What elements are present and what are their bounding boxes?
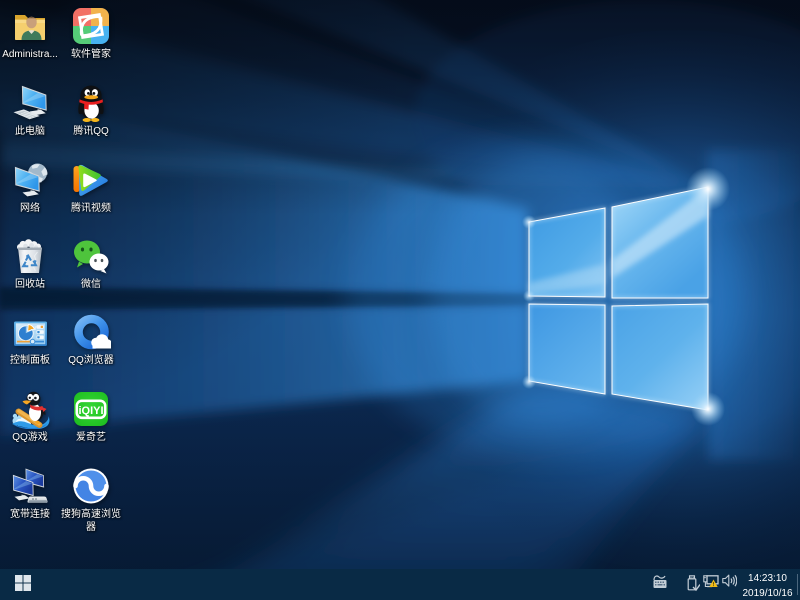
svg-text:iQIYI: iQIYI — [78, 405, 103, 417]
